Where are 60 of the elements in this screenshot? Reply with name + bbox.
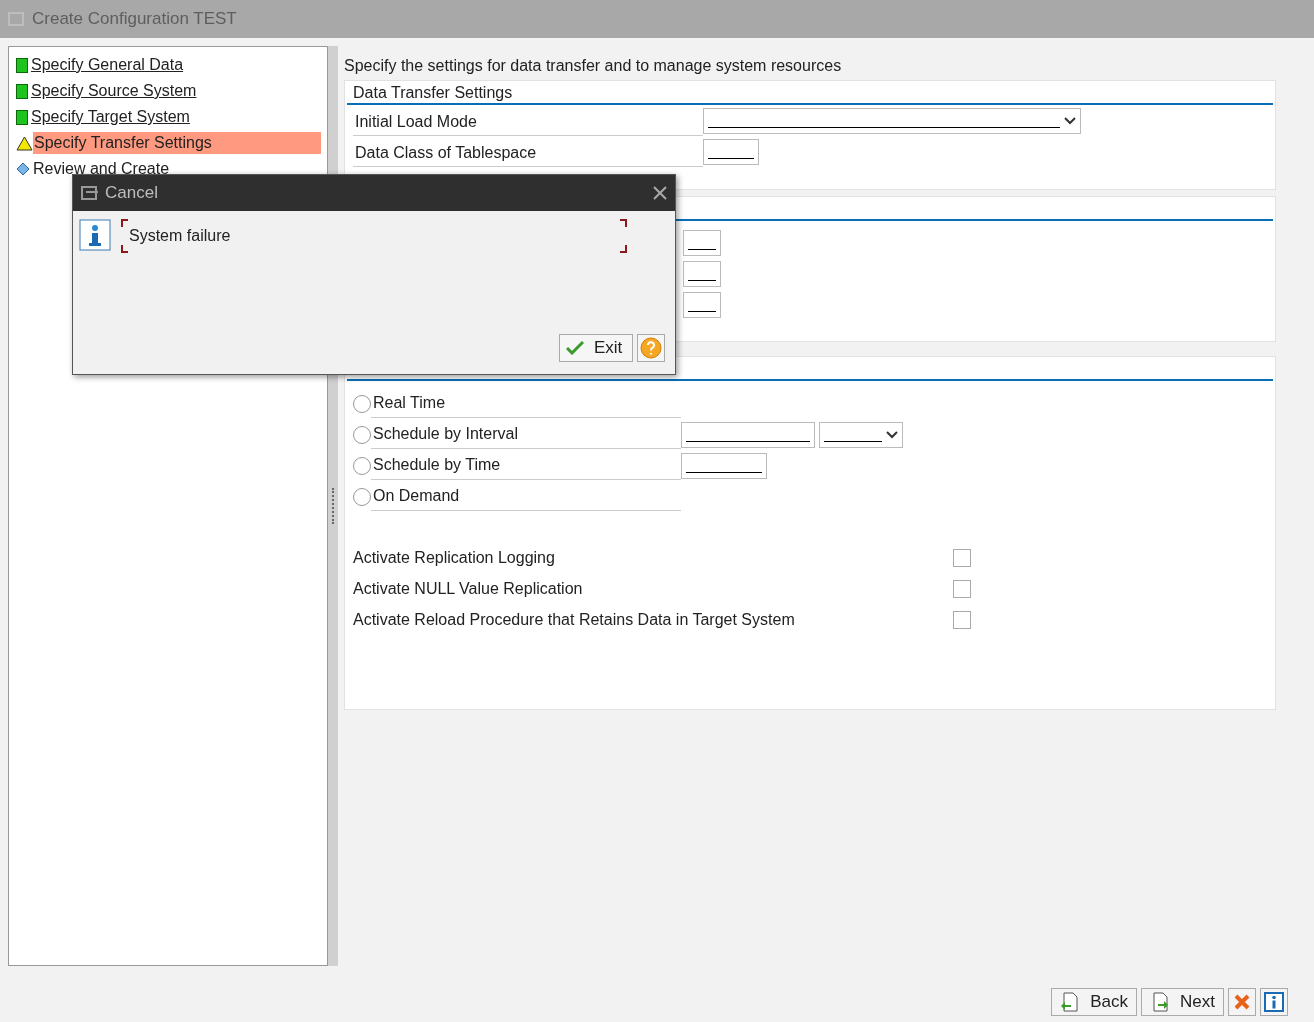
- close-icon[interactable]: [653, 186, 667, 200]
- chevron-down-icon: [886, 430, 898, 439]
- step-item[interactable]: Specify Source System: [16, 78, 321, 104]
- exit-button[interactable]: Exit: [559, 334, 633, 362]
- radio-button[interactable]: [353, 456, 371, 475]
- input-field[interactable]: [703, 139, 759, 165]
- checkbox-label: Activate Reload Procedure that Retains Data in Target System: [353, 609, 796, 630]
- radio-label[interactable]: Schedule by Interval: [371, 420, 681, 449]
- input-field[interactable]: [683, 229, 721, 256]
- cancel-button[interactable]: [1228, 988, 1256, 1016]
- dropdown-field[interactable]: [819, 421, 903, 448]
- group-title: Data Transfer Settings: [353, 83, 513, 103]
- window-title: Create Configuration TEST: [32, 8, 237, 31]
- input-field[interactable]: [681, 421, 815, 448]
- step-item[interactable]: Review and Create: [16, 156, 321, 182]
- dropdown-field[interactable]: [703, 108, 1081, 134]
- status-square-icon: [16, 109, 28, 125]
- field-label: Data Class of Tablespace: [353, 139, 703, 167]
- radio-label[interactable]: Schedule by Time: [371, 451, 681, 480]
- back-button[interactable]: Back: [1051, 988, 1138, 1016]
- info-icon: [1264, 992, 1284, 1012]
- step-item[interactable]: Specify Transfer Settings: [16, 130, 321, 156]
- field-label: Initial Load Mode: [353, 108, 703, 136]
- checkbox-label: Activate NULL Value Replication: [353, 578, 584, 599]
- status-square-icon: [16, 57, 28, 73]
- checkbox[interactable]: [953, 548, 971, 567]
- help-button[interactable]: [637, 334, 665, 362]
- checkbox[interactable]: [953, 610, 971, 629]
- page-arrow-icon: [1150, 992, 1171, 1012]
- step-item[interactable]: Specify General Data: [16, 52, 321, 78]
- checkmark-icon: [566, 341, 584, 355]
- radio-button[interactable]: [353, 487, 371, 506]
- page-arrow-icon: [1060, 992, 1081, 1012]
- warning-icon: [16, 135, 33, 151]
- radio-label[interactable]: Real Time: [371, 389, 681, 418]
- checkbox[interactable]: [953, 579, 971, 598]
- dialog-message: System failure: [129, 226, 231, 246]
- window-icon: [81, 186, 99, 200]
- input-field[interactable]: [681, 452, 767, 479]
- diamond-icon: [16, 162, 30, 176]
- input-field[interactable]: [683, 291, 721, 318]
- step-link[interactable]: Specify Source System: [30, 80, 321, 102]
- chevron-down-icon: [1064, 117, 1076, 125]
- next-button[interactable]: Next: [1141, 988, 1224, 1016]
- question-mark-icon: [640, 337, 662, 359]
- info-button[interactable]: [1260, 988, 1288, 1016]
- info-icon: [79, 219, 111, 251]
- close-icon: [1234, 994, 1250, 1010]
- radio-button[interactable]: [353, 425, 371, 444]
- step-item[interactable]: Specify Target System: [16, 104, 321, 130]
- checkbox-label: Activate Replication Logging: [353, 547, 556, 568]
- status-square-icon: [16, 83, 28, 99]
- radio-button[interactable]: [353, 394, 371, 413]
- step-link[interactable]: Specify Transfer Settings: [33, 132, 321, 154]
- input-field[interactable]: [683, 260, 721, 287]
- description-text: Specify the settings for data transfer and to manage system resources: [344, 56, 842, 76]
- step-link[interactable]: Specify Target System: [30, 106, 321, 128]
- radio-label[interactable]: On Demand: [371, 482, 681, 511]
- dialog-title: Cancel: [105, 182, 159, 205]
- step-link[interactable]: Specify General Data: [30, 54, 321, 76]
